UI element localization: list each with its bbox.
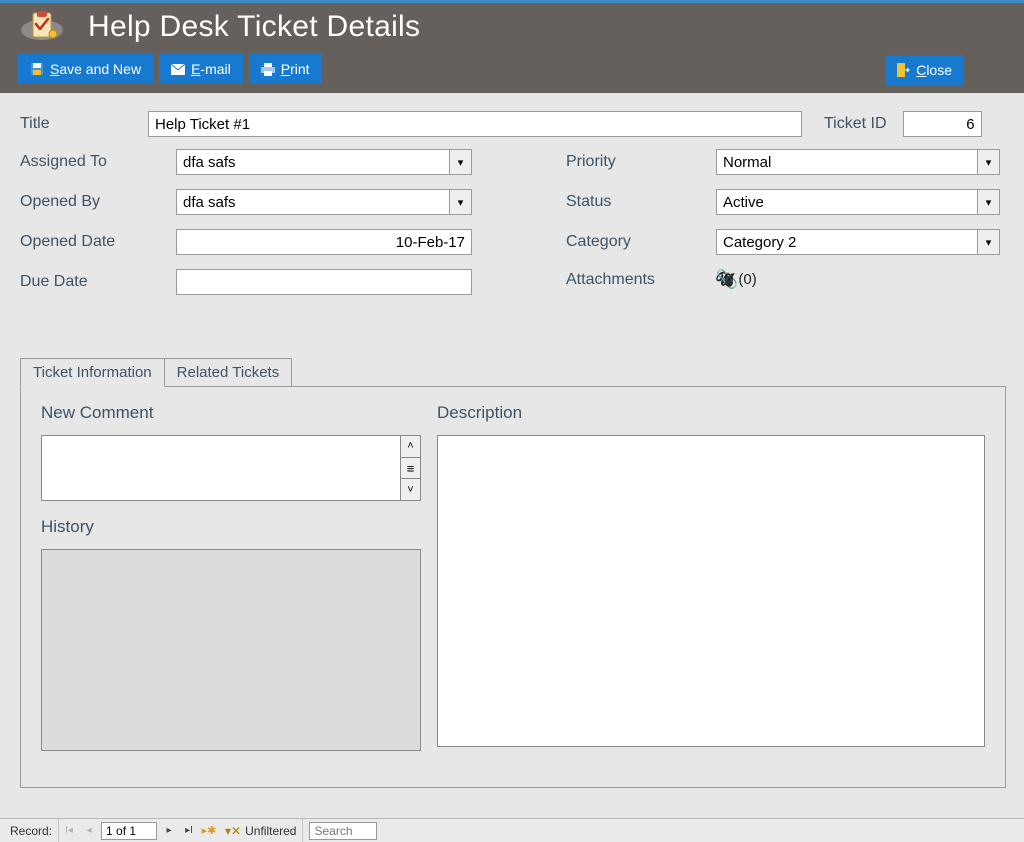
scroll-grip-icon[interactable]: ≡ [401,458,420,480]
panel-right: Description [437,403,985,767]
category-combo[interactable]: Category 2 ▾ [716,229,1000,255]
save-and-new-label: Save and New [50,61,141,77]
scroll-up-button[interactable]: ˄ [401,436,420,458]
recnav-search-input[interactable] [309,822,377,840]
last-record-button[interactable]: ▸I [179,819,199,842]
tab-ticket-information[interactable]: Ticket Information [20,358,165,387]
attachments-label: Attachments [566,271,716,289]
description-textarea[interactable] [442,440,980,742]
new-comment-label: New Comment [41,403,421,423]
header-bar: Help Desk Ticket Details Save and New E-… [0,3,1024,93]
chevron-down-icon: ▾ [449,190,471,214]
close-label: Close [916,62,952,78]
mail-icon [171,64,185,75]
details-columns: Assigned To dfa safs ▾ Opened By dfa saf… [20,149,1006,303]
opened-by-combo[interactable]: dfa safs ▾ [176,189,472,215]
chevron-down-icon: ▾ [449,150,471,174]
ticket-id-field [903,111,982,137]
chevron-down-icon: ▾ [977,150,999,174]
save-icon [30,62,44,76]
recnav-label: Record: [4,819,59,842]
toolbar: Save and New E-mail Print Close [0,51,1024,87]
status-combo[interactable]: Active ▾ [716,189,1000,215]
history-label: History [41,517,421,537]
comment-scroll: ˄ ≡ ˅ [400,436,420,500]
category-label: Category [566,233,716,251]
paperclip-icon [722,271,736,289]
tabs: Ticket Information Related Tickets New C… [20,357,1006,788]
record-position-input[interactable] [101,822,157,840]
tab-related-tickets[interactable]: Related Tickets [164,358,293,387]
assigned-to-combo[interactable]: dfa safs ▾ [176,149,472,175]
chevron-down-icon: ▾ [977,190,999,214]
print-button[interactable]: Print [249,54,322,84]
priority-label: Priority [566,153,716,171]
tab-strip: Ticket Information Related Tickets [20,357,1006,386]
content-area: Title Ticket ID Assigned To dfa safs ▾ O… [0,93,1024,788]
opened-by-value: dfa safs [183,194,236,211]
new-record-button[interactable]: ▸✱ [199,819,219,842]
title-input[interactable] [148,111,802,137]
category-value: Category 2 [723,234,796,251]
close-button[interactable]: Close [885,55,964,85]
assigned-to-label: Assigned To [20,153,176,171]
attachments-value-wrap[interactable]: (0) [722,271,756,289]
right-column: Priority Normal ▾ Status Active ▾ Catego… [566,149,1006,303]
prev-record-button[interactable]: ◂ [79,819,99,842]
new-comment-textarea[interactable] [42,436,400,500]
clipboard-icon [18,10,66,44]
email-label: E-mail [191,61,231,77]
opened-date-input[interactable] [176,229,472,255]
chevron-down-icon: ▾ [977,230,999,254]
first-record-button[interactable]: I◂ [59,819,79,842]
priority-value: Normal [723,154,771,171]
panel-left: New Comment ˄ ≡ ˅ History [41,403,421,767]
due-date-label: Due Date [20,273,176,291]
assigned-to-value: dfa safs [183,154,236,171]
opened-by-label: Opened By [20,193,176,211]
ticket-id-label: Ticket ID [824,115,887,133]
opened-date-label: Opened Date [20,233,176,251]
description-label: Description [437,403,985,423]
status-label: Status [566,193,716,211]
print-icon [261,63,275,76]
next-record-button[interactable]: ▸ [159,819,179,842]
record-navigator: Record: I◂ ◂ ▸ ▸I ▸✱ ▾✕ Unfiltered [0,818,1024,842]
title-row: Help Desk Ticket Details [0,3,1024,51]
title-row-fields: Title Ticket ID [20,111,1006,137]
due-date-input[interactable] [176,269,472,295]
page-title: Help Desk Ticket Details [88,10,420,44]
filter-text: Unfiltered [245,824,296,838]
description-box [437,435,985,747]
title-label: Title [20,115,132,133]
scroll-down-button[interactable]: ˅ [401,479,420,500]
new-comment-box: ˄ ≡ ˅ [41,435,421,501]
attachments-count: (0) [738,271,756,288]
email-button[interactable]: E-mail [159,54,243,84]
print-label: Print [281,61,310,77]
history-box [41,549,421,751]
priority-combo[interactable]: Normal ▾ [716,149,1000,175]
filter-icon: ▾✕ [225,824,241,838]
left-column: Assigned To dfa safs ▾ Opened By dfa saf… [20,149,566,303]
filter-segment[interactable]: ▾✕ Unfiltered [219,819,303,842]
save-and-new-button[interactable]: Save and New [18,54,153,84]
status-value: Active [723,194,764,211]
door-close-icon [897,63,910,77]
tab-body: New Comment ˄ ≡ ˅ History Description [20,386,1006,788]
